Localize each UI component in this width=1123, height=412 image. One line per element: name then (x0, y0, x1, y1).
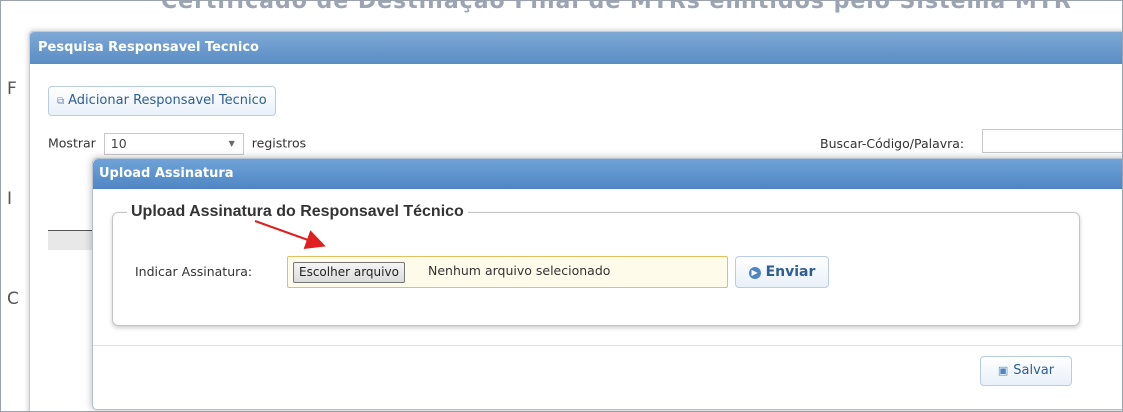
annotation-arrow (254, 220, 326, 250)
screenshot-frame: Certificado de Destinação Final de MTRs … (0, 0, 1123, 412)
